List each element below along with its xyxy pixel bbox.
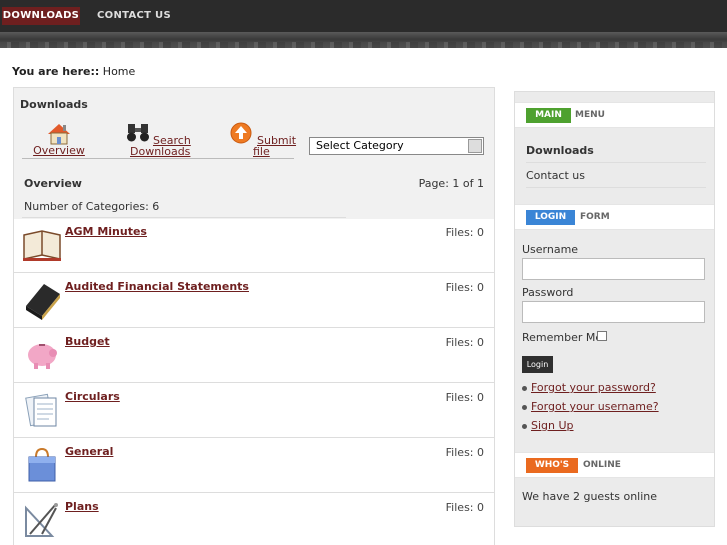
category-row[interactable]: General Files: 0 [14, 439, 494, 493]
category-select-value: Select Category [316, 139, 404, 152]
sidebar: MAIN MENU Downloads Contact us LOGIN FOR… [514, 91, 715, 527]
category-row[interactable]: Audited Financial Statements Files: 0 [14, 274, 494, 328]
category-select[interactable]: Select Category [309, 137, 484, 155]
forgot-password-item: Forgot your password? [522, 381, 656, 394]
bullet-icon [522, 404, 527, 410]
file-count: Files: 0 [445, 391, 484, 404]
breadcrumb-prefix: You are here:: [12, 65, 100, 78]
category-row[interactable]: Circulars Files: 0 [14, 384, 494, 438]
sidebar-item-contact-us[interactable]: Contact us [526, 163, 706, 188]
sign-up-item: Sign Up [522, 419, 574, 432]
book-icon [23, 230, 61, 261]
category-link[interactable]: Circulars [65, 390, 120, 403]
category-link[interactable]: Budget [65, 335, 110, 348]
ledger-icon [26, 284, 60, 320]
whos-online-word: ONLINE [583, 460, 621, 470]
file-count: Files: 0 [445, 446, 484, 459]
overview-heading: Overview [24, 177, 82, 190]
header-band [0, 32, 727, 48]
downloads-panel: Downloads Overview Search Downloads Subm… [13, 87, 495, 545]
forgot-username-item: Forgot your username? [522, 400, 659, 413]
toolbar-divider [22, 158, 294, 159]
overview-tool[interactable]: Overview [32, 122, 86, 156]
category-row[interactable]: Budget Files: 0 [14, 329, 494, 383]
category-link[interactable]: Audited Financial Statements [65, 280, 249, 293]
forgot-username-link[interactable]: Forgot your username? [531, 400, 659, 413]
remember-me-checkbox[interactable] [597, 331, 607, 341]
binoculars-icon [127, 124, 149, 142]
shopping-bag-icon [28, 447, 56, 482]
piggy-bank-icon [28, 344, 57, 369]
file-count: Files: 0 [445, 226, 484, 239]
forgot-password-link[interactable]: Forgot your password? [531, 381, 656, 394]
search-link-line2[interactable]: Downloads [130, 146, 190, 157]
header-divider [22, 217, 346, 218]
sidebar-item-downloads[interactable]: Downloads [526, 138, 706, 163]
upload-icon [230, 122, 252, 144]
login-button[interactable]: Login [522, 356, 553, 373]
password-label: Password [522, 286, 574, 299]
whos-online-badge: WHO'S [526, 458, 578, 473]
file-count: Files: 0 [445, 336, 484, 349]
login-badge: LOGIN [526, 210, 575, 225]
home-icon [48, 124, 70, 145]
password-field[interactable] [522, 301, 705, 323]
page-info: Page: 1 of 1 [418, 177, 484, 190]
submit-link-line2[interactable]: file [253, 146, 270, 157]
login-form-header: LOGIN FORM [515, 204, 714, 230]
category-link[interactable]: Plans [65, 500, 99, 513]
category-row[interactable]: Plans Files: 0 [14, 494, 494, 545]
username-label: Username [522, 243, 579, 256]
main-menu-header: MAIN MENU [515, 102, 714, 128]
login-form-word: FORM [580, 212, 610, 222]
online-status-text: We have 2 guests online [522, 490, 658, 503]
remember-me-label: Remember Me [522, 331, 603, 344]
breadcrumb: You are here:: Home [12, 65, 135, 78]
overview-link[interactable]: Overview [32, 145, 86, 156]
main-menu-word: MENU [575, 110, 605, 120]
file-count: Files: 0 [445, 281, 484, 294]
category-link[interactable]: General [65, 445, 113, 458]
category-link[interactable]: AGM Minutes [65, 225, 147, 238]
breadcrumb-current: Home [102, 65, 136, 78]
drafting-tools-icon [25, 503, 58, 537]
sign-up-link[interactable]: Sign Up [531, 419, 574, 432]
file-count: Files: 0 [445, 501, 484, 514]
documents-icon [25, 393, 57, 427]
chevron-down-icon [468, 139, 482, 153]
whos-online-header: WHO'S ONLINE [515, 452, 714, 478]
username-field[interactable] [522, 258, 705, 280]
bullet-icon [522, 385, 527, 391]
category-row[interactable]: AGM Minutes Files: 0 [14, 219, 494, 273]
page-title: Downloads [20, 98, 88, 111]
main-menu-badge: MAIN [526, 108, 571, 123]
nav-downloads[interactable]: DOWNLOADS [2, 7, 80, 25]
bullet-icon [522, 423, 527, 429]
top-navigation: DOWNLOADS CONTACT US [0, 0, 727, 32]
category-count: Number of Categories: 6 [24, 200, 160, 213]
nav-contact-us[interactable]: CONTACT US [97, 7, 171, 25]
